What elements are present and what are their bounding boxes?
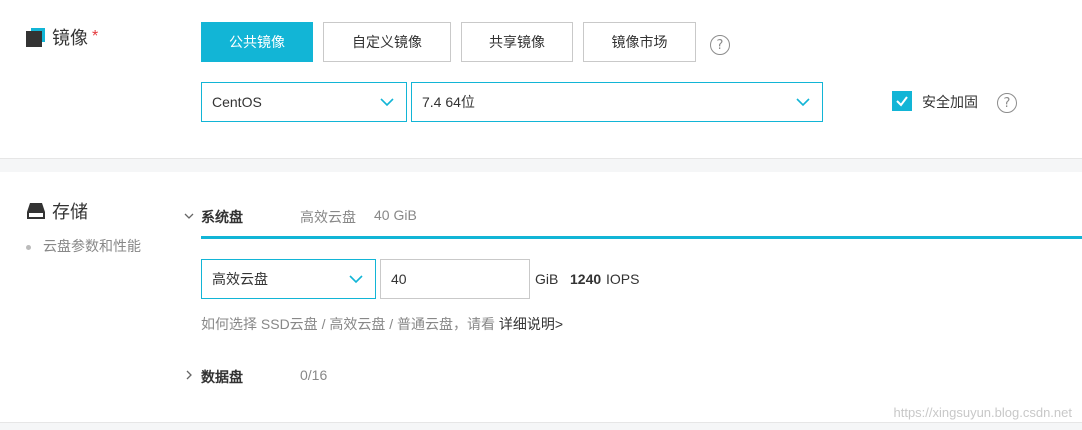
section-divider: [0, 158, 1082, 172]
system-disk-summary-size: 40 GiB: [374, 207, 417, 223]
os-select-value: CentOS: [212, 94, 262, 110]
image-section-title: 镜像 *: [26, 24, 98, 50]
required-mark: *: [92, 28, 99, 45]
image-title-label: 镜像: [52, 28, 88, 48]
tab-shared-image[interactable]: 共享镜像: [461, 22, 573, 62]
chevron-down-icon: [380, 98, 394, 107]
system-disk-active-line: [201, 236, 1082, 239]
disk-size-unit: GiB: [535, 271, 559, 287]
data-disk-label[interactable]: 数据盘: [201, 367, 243, 387]
storage-section: 存储 云盘参数和性能 系统盘 高效云盘 40 GiB: [0, 172, 1082, 422]
chevron-down-icon: [349, 275, 363, 284]
checkmark-icon: [896, 96, 908, 107]
disk-performance-label: 云盘参数和性能: [43, 238, 141, 254]
version-select[interactable]: 7.4 64位: [411, 82, 823, 122]
disk-hint-link[interactable]: 详细说明>: [499, 316, 563, 332]
os-select[interactable]: CentOS: [201, 82, 407, 122]
disk-size-input[interactable]: 40: [380, 259, 530, 299]
disk-performance-link[interactable]: 云盘参数和性能: [26, 236, 141, 256]
storage-section-title: 存储: [26, 198, 88, 224]
disk-type-select[interactable]: 高效云盘: [201, 259, 376, 299]
image-help-icon[interactable]: ?: [710, 35, 730, 55]
system-disk-summary-type: 高效云盘: [300, 209, 356, 225]
bullet-dot: [26, 244, 31, 250]
disk-type-value: 高效云盘: [212, 271, 268, 287]
chevron-down-icon[interactable]: [183, 210, 195, 222]
watermark: https://xingsuyun.blog.csdn.net: [893, 405, 1072, 420]
security-checkbox[interactable]: [892, 91, 912, 111]
security-help-icon[interactable]: ?: [997, 93, 1017, 113]
system-disk-label[interactable]: 系统盘: [201, 207, 243, 227]
disk-hint-text: 如何选择 SSD云盘 / 高效云盘 / 普通云盘，请看: [201, 316, 496, 332]
image-icon: [26, 27, 46, 47]
data-disk-count: 0/16: [300, 367, 328, 383]
disk-hint: 如何选择 SSD云盘 / 高效云盘 / 普通云盘，请看 详细说明>: [201, 314, 563, 334]
iops-unit: IOPS: [606, 271, 640, 287]
security-label[interactable]: 安全加固: [922, 92, 978, 112]
chevron-down-icon: [796, 98, 810, 107]
tab-public-image[interactable]: 公共镜像: [201, 22, 313, 62]
storage-title-label: 存储: [52, 202, 88, 222]
disk-size-value: 40: [391, 271, 407, 287]
iops-value: 1240: [570, 271, 602, 287]
storage-icon: [26, 201, 46, 221]
chevron-right-icon[interactable]: [183, 369, 195, 381]
image-section: 镜像 * 公共镜像 自定义镜像 共享镜像 镜像市场 ? CentOS 7.4 6…: [0, 0, 1082, 158]
tab-image-market[interactable]: 镜像市场: [583, 22, 696, 62]
bottom-divider: [0, 422, 1082, 430]
tab-custom-image[interactable]: 自定义镜像: [323, 22, 451, 62]
version-select-value: 7.4 64位: [422, 94, 475, 110]
